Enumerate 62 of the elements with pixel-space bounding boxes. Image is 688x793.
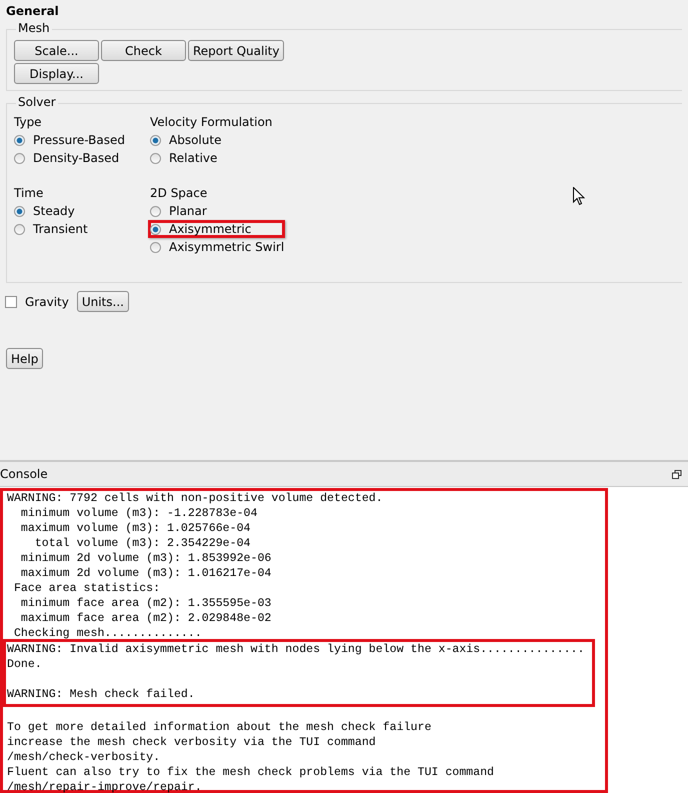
- checkbox[interactable]: [5, 296, 17, 308]
- console-line: WARNING: 7792 cells with non-positive volume detected.: [6, 491, 384, 506]
- mesh-button[interactable]: Report Quality: [188, 40, 284, 61]
- help-button[interactable]: Help: [6, 348, 44, 369]
- console-line: Checking mesh..............: [12, 626, 203, 641]
- console-line: minimum face area (m2): 1.355595e-03: [20, 596, 272, 611]
- radio-option[interactable]: Axisymmetric Swirl: [148, 238, 286, 256]
- radio-option[interactable]: Relative: [148, 149, 220, 167]
- option-group-title: Velocity Formulation: [150, 114, 274, 131]
- radio-label: Absolute: [169, 133, 222, 147]
- radio-button[interactable]: [150, 152, 161, 164]
- radio-option[interactable]: Transient: [12, 220, 90, 238]
- radio-option[interactable]: Planar: [148, 202, 209, 220]
- radio-button[interactable]: [14, 206, 25, 216]
- radio-label: Transient: [33, 222, 88, 236]
- radio-option[interactable]: Absolute: [148, 131, 224, 149]
- radio-button[interactable]: [150, 206, 161, 216]
- mesh-button[interactable]: Check: [101, 40, 186, 61]
- restore-window-icon[interactable]: [672, 470, 682, 479]
- console-line: total volume (m3): 2.354229e-04: [34, 536, 252, 551]
- radio-button[interactable]: [14, 134, 25, 146]
- radio-button[interactable]: [150, 242, 161, 252]
- console-line: Done.: [6, 657, 43, 672]
- radio-button[interactable]: [14, 152, 25, 164]
- option-group-title: Type: [14, 114, 43, 131]
- radio-option[interactable]: Density-Based: [12, 149, 122, 167]
- radio-label: Relative: [169, 151, 218, 165]
- radio-option[interactable]: Pressure-Based: [12, 131, 127, 149]
- console-line: WARNING: Mesh check failed.: [6, 687, 196, 702]
- radio-label: Steady: [33, 204, 75, 218]
- group-title: Solver: [16, 95, 58, 109]
- units-button[interactable]: Units...: [76, 291, 129, 312]
- console-line: WARNING: Invalid axisymmetric mesh with nodes lying below the x-axis...............: [6, 642, 586, 657]
- radio-label: Axisymmetric Swirl: [169, 240, 284, 254]
- console-line: minimum 2d volume (m3): 1.853992e-06: [20, 551, 272, 566]
- mesh-button[interactable]: Scale...: [14, 40, 99, 61]
- option-group-title: Time: [14, 185, 44, 202]
- console-line: maximum face area (m2): 2.029848e-02: [20, 611, 272, 626]
- radio-option[interactable]: Steady: [12, 202, 77, 220]
- radio-label: Axisymmetric: [169, 222, 252, 236]
- console-line: Fluent can also try to fix the mesh check problems via the TUI command: [6, 765, 496, 780]
- radio-button[interactable]: [150, 134, 161, 146]
- console-line: To get more detailed information about the mesh check failure: [6, 720, 432, 735]
- radio-label: Pressure-Based: [33, 133, 125, 147]
- console-line: maximum 2d volume (m3): 1.016217e-04: [20, 566, 272, 581]
- mouse-pointer-icon: [573, 187, 585, 206]
- group-title: Mesh: [16, 21, 52, 35]
- console-line: minimum volume (m3): -1.228783e-04: [20, 506, 258, 521]
- console-line: increase the mesh check verbosity via the TUI command: [6, 735, 377, 750]
- mesh-button[interactable]: Display...: [14, 63, 99, 84]
- console-line: maximum volume (m3): 1.025766e-04: [20, 521, 252, 536]
- panel-title: General: [6, 4, 60, 20]
- console-line: Face area statistics:: [12, 581, 162, 596]
- console-title: Console: [0, 467, 48, 482]
- radio-label: Planar: [169, 204, 207, 218]
- radio-option[interactable]: Axisymmetric: [148, 220, 286, 238]
- radio-label: Density-Based: [33, 151, 120, 165]
- option-group-title: 2D Space: [150, 185, 208, 202]
- checkbox-label: Gravity: [25, 294, 69, 308]
- radio-button[interactable]: [150, 224, 161, 234]
- console-line: /mesh/check-verbosity.: [6, 750, 162, 765]
- radio-button[interactable]: [14, 224, 25, 234]
